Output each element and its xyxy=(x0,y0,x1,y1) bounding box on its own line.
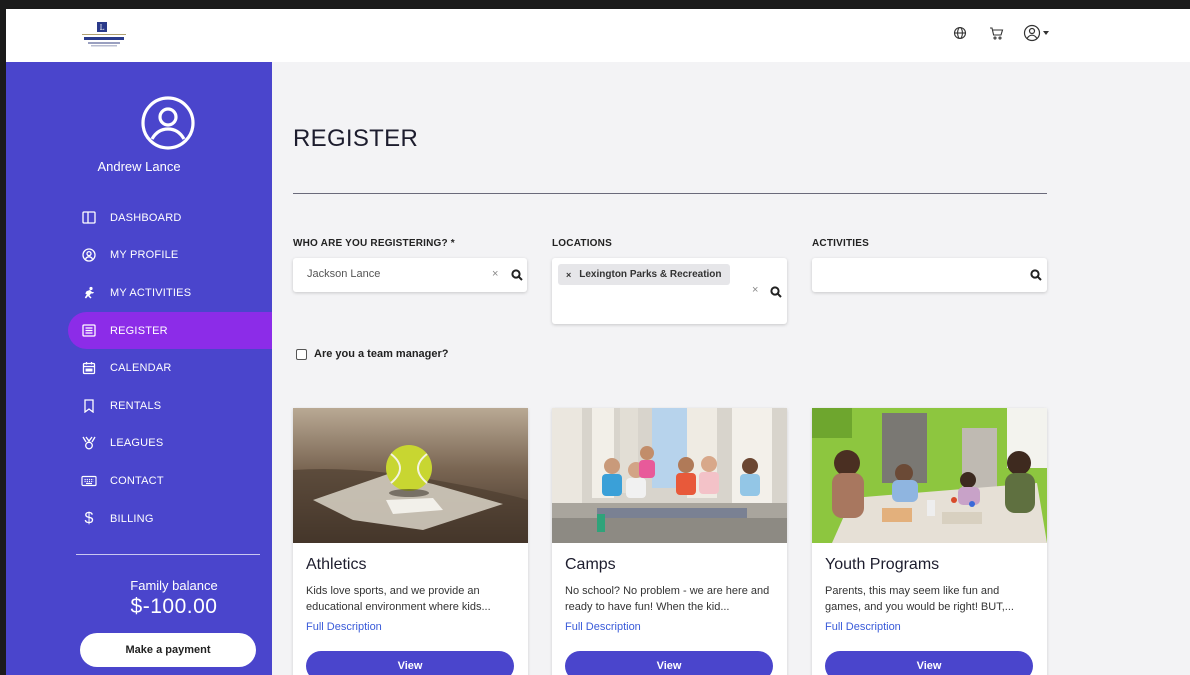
sidebar-item-register[interactable]: REGISTER xyxy=(68,311,272,350)
sidebar-item-label: CONTACT xyxy=(110,474,164,487)
activities-icon xyxy=(81,285,97,301)
who-registering-value: Jackson Lance xyxy=(307,268,381,280)
full-description-link[interactable]: Full Description xyxy=(306,621,382,633)
locations-label: LOCATIONS xyxy=(552,238,612,249)
sidebar-item-label: BILLING xyxy=(110,512,154,525)
top-header: L xyxy=(6,9,1190,62)
sidebar-divider xyxy=(76,554,260,555)
sidebar-nav: DASHBOARD MY PROFILE MY ACTIVITIES REGIS… xyxy=(6,199,272,537)
dashboard-icon xyxy=(81,210,97,226)
card-description: No school? No problem - we are here and … xyxy=(565,585,770,613)
chip-remove-icon[interactable]: × xyxy=(566,270,571,280)
program-card-athletics: Athletics Kids love sports, and we provi… xyxy=(293,408,528,675)
family-balance-label: Family balance xyxy=(130,578,218,593)
globe-icon[interactable] xyxy=(950,23,970,43)
search-icon[interactable] xyxy=(1030,268,1042,281)
view-button[interactable]: View xyxy=(565,651,773,675)
register-icon xyxy=(81,323,97,339)
card-description: Parents, this may seem like fun and game… xyxy=(825,585,1014,613)
sidebar-item-label: MY ACTIVITIES xyxy=(110,286,192,299)
athletics-image xyxy=(293,408,528,543)
activities-select[interactable] xyxy=(812,258,1047,292)
svg-text:L: L xyxy=(100,24,105,32)
user-name: Andrew Lance xyxy=(97,159,181,174)
team-manager-checkbox[interactable] xyxy=(296,348,307,360)
view-button[interactable]: View xyxy=(825,651,1033,675)
card-title: Athletics xyxy=(306,556,367,573)
sidebar-item-label: LEAGUES xyxy=(110,437,164,450)
chevron-down-icon xyxy=(1043,31,1049,35)
view-button[interactable]: View xyxy=(306,651,514,675)
main-content: REGISTER WHO ARE YOU REGISTERING? * Jack… xyxy=(272,62,1190,675)
lexington-logo[interactable]: L xyxy=(79,21,129,49)
sidebar-item-label: MY PROFILE xyxy=(110,249,179,262)
locations-select[interactable]: × Lexington Parks & Recreation × xyxy=(552,258,787,324)
trophy-icon xyxy=(81,435,97,451)
location-chip: × Lexington Parks & Recreation xyxy=(558,264,730,285)
full-description-link[interactable]: Full Description xyxy=(565,621,641,633)
sidebar-item-my-profile[interactable]: MY PROFILE xyxy=(6,237,272,275)
title-divider xyxy=(293,193,1047,194)
sidebar-item-label: REGISTER xyxy=(110,324,168,337)
make-payment-button[interactable]: Make a payment xyxy=(80,633,256,667)
youth-programs-image xyxy=(812,408,1047,543)
search-icon[interactable] xyxy=(770,285,782,298)
full-description-link[interactable]: Full Description xyxy=(825,621,901,633)
family-balance-amount: $-100.00 xyxy=(130,595,218,618)
dollar-icon: $ xyxy=(84,509,94,527)
sidebar-item-calendar[interactable]: CALENDAR xyxy=(6,349,272,387)
card-title: Youth Programs xyxy=(825,556,940,573)
program-card-youth-programs: Youth Programs Parents, this may seem li… xyxy=(812,408,1047,675)
card-description: Kids love sports, and we provide an educ… xyxy=(306,585,491,613)
location-chip-label: Lexington Parks & Recreation xyxy=(579,269,722,280)
sidebar-item-leagues[interactable]: LEAGUES xyxy=(6,425,272,463)
profile-icon xyxy=(81,247,97,263)
who-registering-select[interactable]: Jackson Lance × xyxy=(293,258,527,292)
sidebar-item-label: CALENDAR xyxy=(110,362,172,375)
account-icon[interactable] xyxy=(1022,23,1050,43)
clear-icon[interactable]: × xyxy=(492,268,498,280)
who-registering-label: WHO ARE YOU REGISTERING? * xyxy=(293,238,455,249)
program-card-camps: Camps No school? No problem - we are her… xyxy=(552,408,787,675)
keyboard-icon xyxy=(81,473,97,489)
sidebar-item-dashboard[interactable]: DASHBOARD xyxy=(6,199,272,237)
bookmark-icon xyxy=(81,398,97,414)
team-manager-label: Are you a team manager? xyxy=(314,348,449,360)
search-icon[interactable] xyxy=(511,268,523,281)
sidebar-item-my-activities[interactable]: MY ACTIVITIES xyxy=(6,274,272,312)
sidebar-item-label: DASHBOARD xyxy=(110,211,182,224)
clear-icon[interactable]: × xyxy=(752,284,758,296)
sidebar-item-contact[interactable]: CONTACT xyxy=(6,462,272,500)
calendar-icon xyxy=(81,360,97,376)
sidebar-item-billing[interactable]: $ BILLING xyxy=(6,500,272,538)
team-manager-row: Are you a team manager? xyxy=(296,348,449,360)
cart-icon[interactable] xyxy=(986,23,1006,43)
sidebar-item-label: RENTALS xyxy=(110,399,162,412)
card-title: Camps xyxy=(565,556,616,573)
user-avatar-icon xyxy=(140,95,196,151)
page-title: REGISTER xyxy=(293,125,419,152)
header-actions xyxy=(950,23,1050,43)
activities-label: ACTIVITIES xyxy=(812,238,870,249)
sidebar: Andrew Lance DASHBOARD MY PROFILE MY ACT… xyxy=(6,62,272,675)
sidebar-item-rentals[interactable]: RENTALS xyxy=(6,387,272,425)
camps-image xyxy=(552,408,787,543)
